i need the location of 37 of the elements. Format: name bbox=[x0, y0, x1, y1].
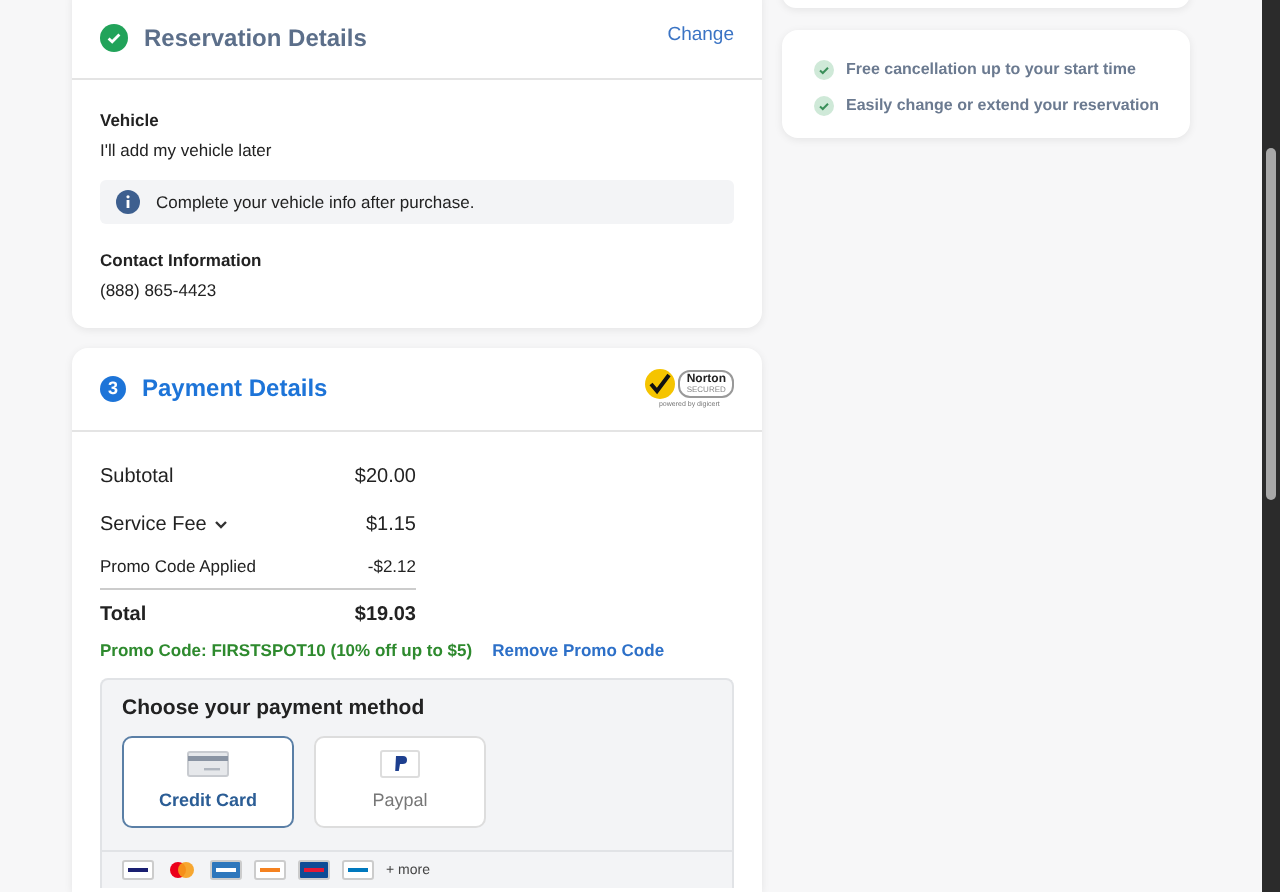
payment-option[interactable]: Paypal bbox=[314, 736, 486, 828]
credit-card-icon bbox=[186, 749, 230, 778]
card-icon bbox=[254, 860, 286, 880]
card-icon bbox=[210, 860, 242, 880]
check-circle-icon bbox=[814, 96, 834, 116]
card-icon bbox=[298, 860, 330, 880]
info-icon bbox=[116, 189, 140, 214]
payment-option[interactable]: Credit Card bbox=[122, 736, 294, 828]
summary-value: -$2.12 bbox=[367, 553, 416, 579]
fee-toggle[interactable]: Service Fee bbox=[100, 509, 229, 540]
notice-text: Complete your vehicle info after purchase. bbox=[156, 189, 475, 215]
summary-value: $19.03 bbox=[354, 601, 416, 629]
field-label: Vehicle bbox=[100, 108, 161, 134]
promo-code-text: Promo Code: FIRSTSPOT10 (10% off up to $5) bbox=[100, 637, 473, 663]
panel-title: Choose your payment method bbox=[120, 694, 427, 725]
remove-promo-link[interactable]: Remove Promo Code bbox=[492, 637, 665, 663]
benefit-text: Easily change or extend your reservation bbox=[846, 94, 1160, 118]
summary-label: Subtotal bbox=[100, 463, 174, 492]
field-value: I'll add my vehicle later bbox=[100, 137, 274, 163]
summary-label: Total bbox=[100, 601, 147, 629]
paypal-icon bbox=[380, 749, 420, 778]
step-number: 3 bbox=[100, 375, 126, 402]
check-circle-icon bbox=[814, 60, 834, 80]
summary-value: $1.15 bbox=[365, 511, 416, 540]
summary-label: Promo Code Applied bbox=[100, 553, 256, 579]
card-icon bbox=[166, 860, 198, 880]
benefit-text: Free cancellation up to your start time bbox=[846, 58, 1136, 82]
card-icon bbox=[122, 860, 154, 880]
section-title: Payment Details bbox=[142, 372, 328, 407]
field-label: Contact Information bbox=[100, 248, 264, 274]
card-icon bbox=[342, 860, 374, 880]
checkmark-icon bbox=[644, 367, 677, 400]
change-link[interactable]: Change bbox=[667, 22, 734, 52]
section-title: Reservation Details bbox=[144, 21, 367, 55]
field-value: (888) 865-4423 bbox=[100, 278, 219, 304]
summary-value: $20.00 bbox=[354, 463, 416, 492]
scrollbar-thumb[interactable] bbox=[1266, 148, 1276, 500]
